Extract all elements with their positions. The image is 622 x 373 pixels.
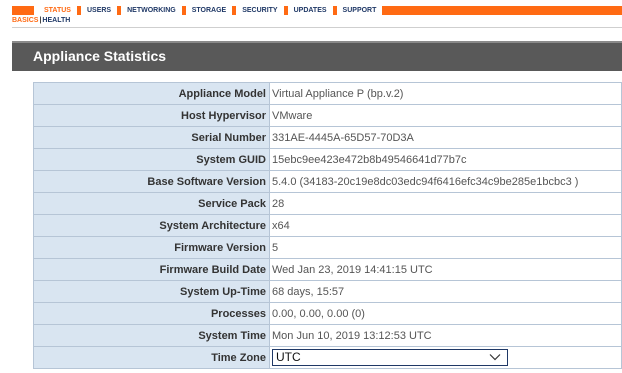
- stat-value: 28: [269, 192, 622, 215]
- stat-label: Firmware Version: [33, 236, 270, 259]
- stat-value: x64: [269, 214, 622, 237]
- tab-support[interactable]: SUPPORT: [336, 6, 387, 15]
- table-row: Serial Number 331AE-4445A-65D57-70D3A: [33, 126, 622, 149]
- timezone-selected-value: UTC: [276, 350, 301, 364]
- stat-label: Processes: [33, 302, 270, 325]
- stat-value: Mon Jun 10, 2019 13:12:53 UTC: [269, 324, 622, 347]
- stat-label: System Architecture: [33, 214, 270, 237]
- stat-label: Appliance Model: [33, 82, 270, 105]
- nav-tabs: STATUS USERS NETWORKING STORAGE SECURITY…: [38, 6, 387, 15]
- stats-table: Appliance Model Virtual Appliance P (bp.…: [33, 82, 622, 369]
- top-nav-bar: STATUS USERS NETWORKING STORAGE SECURITY…: [12, 6, 622, 15]
- table-row: Firmware Version 5: [33, 236, 622, 259]
- section-title: Appliance Statistics: [33, 48, 167, 64]
- timezone-cell: UTC: [269, 346, 622, 369]
- tab-users[interactable]: USERS: [80, 6, 122, 15]
- stat-label: Firmware Build Date: [33, 258, 270, 281]
- table-row: Firmware Build Date Wed Jan 23, 2019 14:…: [33, 258, 622, 281]
- table-row: Processes 0.00, 0.00, 0.00 (0): [33, 302, 622, 325]
- section-header: Appliance Statistics: [12, 41, 622, 71]
- stat-value: 15ebc9ee423e472b8b49546641d77b7c: [269, 148, 622, 171]
- tab-storage[interactable]: STORAGE: [185, 6, 237, 15]
- sub-nav-divider: [12, 27, 622, 28]
- subtab-health[interactable]: HEALTH: [42, 17, 70, 24]
- table-row: System Architecture x64: [33, 214, 622, 237]
- stat-label: System GUID: [33, 148, 270, 171]
- table-row: Host Hypervisor VMware: [33, 104, 622, 127]
- timezone-select[interactable]: UTC: [272, 349, 508, 366]
- stat-label: System Up-Time: [33, 280, 270, 303]
- table-row: System GUID 15ebc9ee423e472b8b49546641d7…: [33, 148, 622, 171]
- stat-value: Virtual Appliance P (bp.v.2): [269, 82, 622, 105]
- table-row: Appliance Model Virtual Appliance P (bp.…: [33, 82, 622, 105]
- stat-value: 5.4.0 (34183-20c19e8dc03edc94f6416efc34c…: [269, 170, 622, 193]
- stat-label: System Time: [33, 324, 270, 347]
- tab-status[interactable]: STATUS: [38, 6, 81, 15]
- table-row-timezone: Time Zone UTC: [33, 346, 622, 369]
- table-row: System Time Mon Jun 10, 2019 13:12:53 UT…: [33, 324, 622, 347]
- page: STATUS USERS NETWORKING STORAGE SECURITY…: [0, 0, 622, 373]
- stat-value: 68 days, 15:57: [269, 280, 622, 303]
- tab-networking[interactable]: NETWORKING: [121, 6, 186, 15]
- stat-label: Base Software Version: [33, 170, 270, 193]
- stat-label: Serial Number: [33, 126, 270, 149]
- timezone-label: Time Zone: [33, 346, 270, 369]
- stat-label: Service Pack: [33, 192, 270, 215]
- subtab-basics[interactable]: BASICS: [12, 17, 38, 24]
- table-row: Service Pack 28: [33, 192, 622, 215]
- stat-value: 331AE-4445A-65D57-70D3A: [269, 126, 622, 149]
- tab-updates[interactable]: UPDATES: [287, 6, 337, 15]
- chevron-down-icon: [489, 354, 501, 361]
- sub-nav: BASICS|HEALTH: [12, 16, 70, 25]
- stat-value: 5: [269, 236, 622, 259]
- table-row: System Up-Time 68 days, 15:57: [33, 280, 622, 303]
- stat-value: 0.00, 0.00, 0.00 (0): [269, 302, 622, 325]
- stat-value: Wed Jan 23, 2019 14:41:15 UTC: [269, 258, 622, 281]
- stat-label: Host Hypervisor: [33, 104, 270, 127]
- stat-value: VMware: [269, 104, 622, 127]
- table-row: Base Software Version 5.4.0 (34183-20c19…: [33, 170, 622, 193]
- tab-security[interactable]: SECURITY: [236, 6, 288, 15]
